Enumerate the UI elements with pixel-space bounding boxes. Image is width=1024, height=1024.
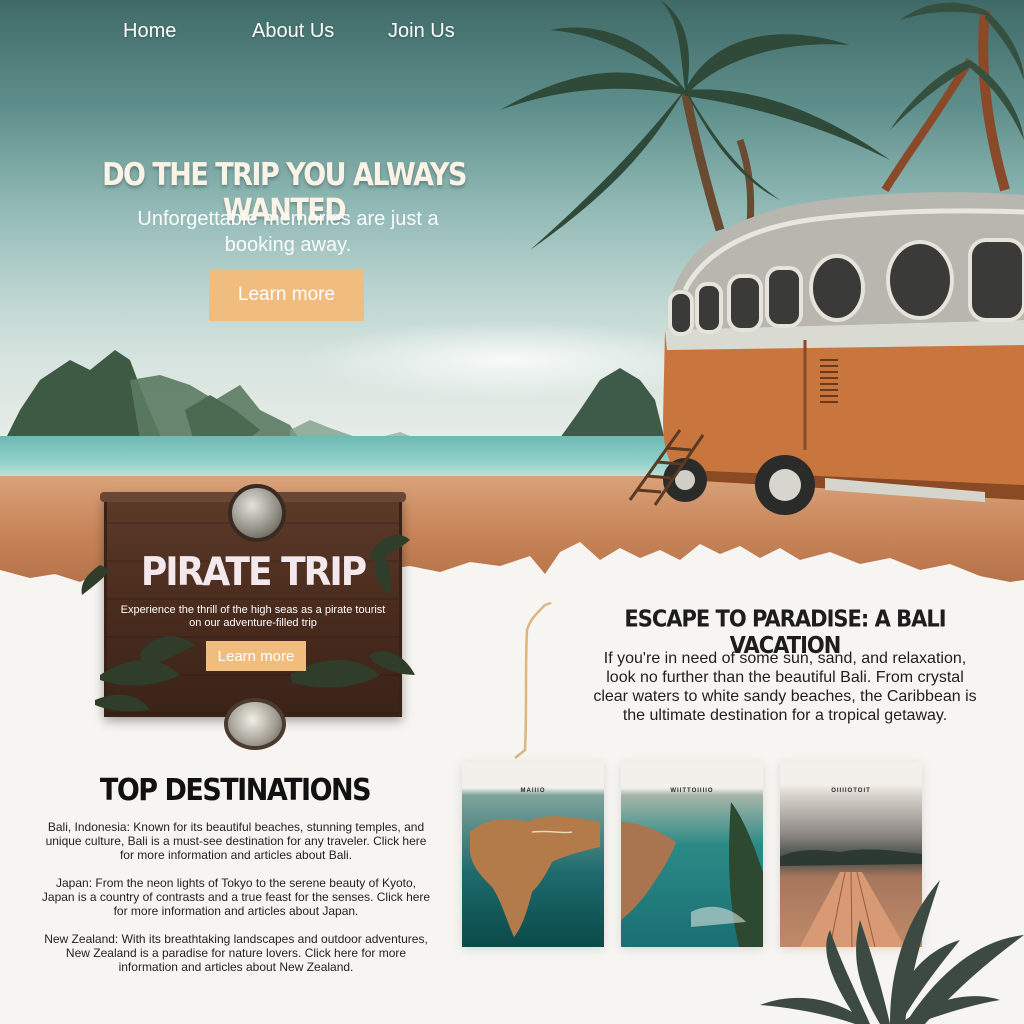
hero-subtitle: Unforgettable memories are just a bookin… [137, 208, 439, 256]
destination-card-map[interactable]: MAIIIO [462, 762, 604, 947]
pirate-trip-text: Experience the thrill of the high seas a… [120, 604, 386, 629]
hero-learn-more-button[interactable]: Learn more [209, 269, 364, 321]
palm-leaves-decoration [760, 880, 1024, 1024]
nav-join-us-link[interactable]: Join Us [388, 20, 455, 43]
pirate-trip-title: PIRATE TRIP [140, 549, 367, 596]
destination-new-zealand[interactable]: New Zealand: With its breathtaking lands… [38, 932, 434, 974]
destination-japan[interactable]: Japan: From the neon lights of Tokyo to … [38, 876, 434, 918]
nav-home-link[interactable]: Home [123, 20, 176, 43]
card-label: MAIIIO [520, 788, 546, 794]
card-label: OIIIIOTOIT [831, 788, 871, 794]
compass-medallion-icon [228, 484, 286, 542]
vintage-van-illustration [628, 192, 1024, 515]
escape-section-text: If you're in need of some sun, sand, and… [593, 650, 977, 724]
pirate-learn-more-button[interactable]: Learn more [206, 641, 306, 671]
destination-bali[interactable]: Bali, Indonesia: Known for its beautiful… [38, 820, 434, 862]
card-label: WIITTOIIIIO [670, 788, 714, 794]
top-navigation: Home About Us Join Us [0, 20, 520, 50]
nav-about-us-link[interactable]: About Us [252, 20, 334, 43]
rope-decoration [514, 601, 552, 759]
top-destinations-title: TOP DESTINATIONS [99, 773, 372, 808]
bottom-medallion-icon [224, 698, 286, 750]
